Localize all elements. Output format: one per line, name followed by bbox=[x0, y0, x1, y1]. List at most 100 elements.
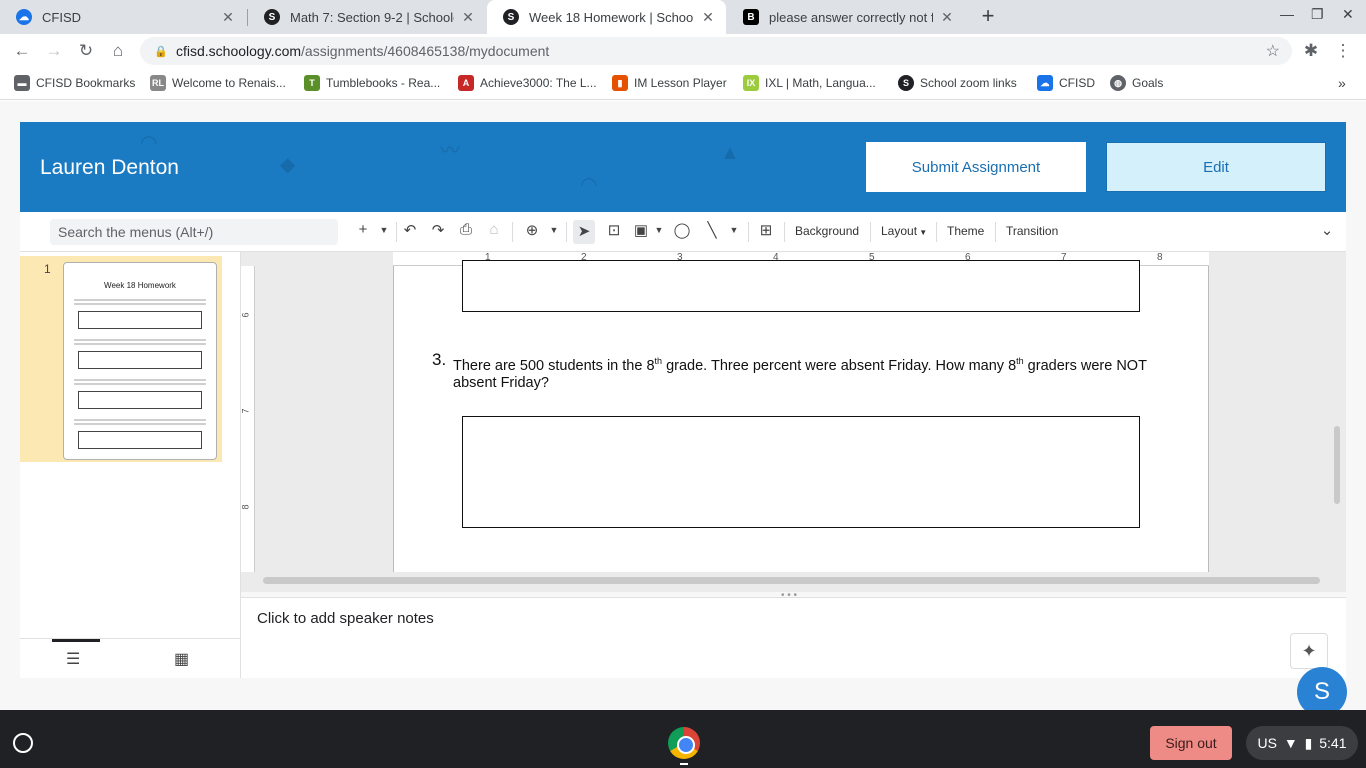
schoology-icon: S bbox=[898, 75, 914, 91]
layout-dropdown-icon: ▼ bbox=[917, 228, 928, 237]
slide-canvas[interactable]: 3. There are 500 students in the 8th gra… bbox=[393, 260, 1209, 572]
extensions-icon[interactable]: ✱ bbox=[1300, 40, 1322, 62]
minimize-icon[interactable]: — bbox=[1280, 6, 1294, 22]
restore-icon[interactable]: ❐ bbox=[1311, 6, 1324, 23]
new-slide-dropdown-icon[interactable]: ▼ bbox=[378, 225, 390, 235]
address-bar[interactable]: 🔒 cfisd.schoology.com/assignments/460846… bbox=[140, 37, 1292, 65]
menu-kebab-icon[interactable]: ⋮ bbox=[1332, 40, 1354, 62]
select-cursor-icon[interactable]: ➤ bbox=[573, 220, 595, 244]
home-icon[interactable]: ⌂ bbox=[107, 40, 129, 62]
bookmark-star-icon[interactable]: ☆ bbox=[1266, 41, 1280, 61]
thumbnail-title: Week 18 Homework bbox=[104, 281, 176, 290]
lock-icon: 🔒 bbox=[154, 45, 168, 58]
explore-sparkle-icon[interactable]: ✦ bbox=[1290, 633, 1328, 669]
layout-button[interactable]: Layout ▼ bbox=[881, 224, 927, 238]
close-icon[interactable]: ✕ bbox=[700, 9, 716, 26]
close-icon[interactable]: ✕ bbox=[220, 9, 236, 26]
bookmark-school-zoom-links[interactable]: S School zoom links bbox=[898, 75, 1017, 91]
browser-toolbar: ← → ↻ ⌂ 🔒 cfisd.schoology.com/assignment… bbox=[0, 34, 1366, 68]
submit-assignment-button[interactable]: Submit Assignment bbox=[866, 142, 1086, 192]
status-tray[interactable]: US ▼ ▮ 5:41 bbox=[1246, 726, 1358, 760]
schoology-icon: S bbox=[503, 9, 519, 25]
decor-shape: ◠ bbox=[140, 132, 158, 154]
tab-week18[interactable]: S Week 18 Homework | Schoology ✕ bbox=[487, 0, 726, 34]
new-tab-icon[interactable]: + bbox=[976, 4, 1000, 28]
theme-button[interactable]: Theme bbox=[947, 224, 984, 238]
os-shelf: Sign out US ▼ ▮ 5:41 bbox=[0, 710, 1366, 768]
decor-shape: 〰 bbox=[440, 140, 460, 162]
new-slide-icon[interactable]: + bbox=[352, 221, 374, 238]
line-dropdown-icon[interactable]: ▼ bbox=[728, 225, 740, 235]
grid-view-icon[interactable]: ▦ bbox=[174, 649, 189, 669]
bookmark-tumblebooks[interactable]: T Tumblebooks - Rea... bbox=[304, 75, 440, 91]
tab-title: CFISD bbox=[42, 9, 81, 25]
close-icon[interactable]: ✕ bbox=[939, 9, 955, 26]
student-name: Lauren Denton bbox=[40, 156, 179, 179]
answer-box-previous[interactable] bbox=[462, 260, 1140, 312]
menu-search-input[interactable]: Search the menus (Alt+/) bbox=[50, 219, 338, 245]
tab-brainly[interactable]: B please answer correctly not for p ✕ bbox=[727, 0, 965, 34]
ixl-icon: IX bbox=[743, 75, 759, 91]
question-text[interactable]: There are 500 students in the 8th grade.… bbox=[453, 353, 1193, 392]
background-button[interactable]: Background bbox=[795, 224, 859, 238]
bookmark-label: Goals bbox=[1132, 76, 1164, 90]
bookmark-renaissance[interactable]: RL Welcome to Renais... bbox=[150, 75, 286, 91]
bookmark-goals[interactable]: ◍ Goals bbox=[1110, 75, 1163, 91]
tab-strip: ☁ CFISD ✕ S Math 7: Section 9-2 | School… bbox=[0, 0, 1366, 34]
edit-button[interactable]: Edit bbox=[1106, 142, 1326, 192]
launcher-icon[interactable] bbox=[13, 733, 33, 753]
resize-handle-icon[interactable]: • • • bbox=[781, 590, 797, 601]
image-dropdown-icon[interactable]: ▼ bbox=[653, 225, 665, 235]
input-locale: US bbox=[1257, 735, 1277, 751]
vertical-scrollbar[interactable] bbox=[1334, 426, 1340, 504]
reload-icon[interactable]: ↻ bbox=[75, 40, 97, 62]
schoology-icon: S bbox=[264, 9, 280, 25]
thumbnail-text-line bbox=[74, 379, 206, 381]
add-comment-icon[interactable]: ⊞ bbox=[755, 221, 777, 239]
schoology-header: ◠ ◆ 〰 ◠ ▲ Lauren Denton Submit Assignmen… bbox=[20, 122, 1346, 212]
more-bookmarks-icon[interactable]: » bbox=[1338, 75, 1346, 91]
text-box-icon[interactable]: ⊡ bbox=[603, 221, 625, 239]
thumbnail-text-line bbox=[74, 419, 206, 421]
bookmark-achieve3000[interactable]: A Achieve3000: The L... bbox=[458, 75, 597, 91]
undo-icon[interactable]: ↶ bbox=[399, 221, 421, 239]
decor-shape: ▲ bbox=[720, 142, 740, 164]
collapse-chevron-icon[interactable]: ⌄ bbox=[1316, 221, 1338, 239]
slide-editor: 1 2 3 4 5 6 7 8 6 7 8 3. There are 500 s… bbox=[241, 252, 1346, 592]
line-icon[interactable]: ╲ bbox=[701, 221, 723, 239]
paint-format-icon[interactable]: ⌂ bbox=[483, 221, 505, 238]
zoom-dropdown-icon[interactable]: ▼ bbox=[548, 225, 560, 235]
tab-cfisd[interactable]: ☁ CFISD ✕ bbox=[0, 0, 246, 34]
forward-icon[interactable]: → bbox=[43, 40, 65, 62]
zoom-icon[interactable]: ⊕ bbox=[521, 221, 543, 239]
thumbnail-text-line bbox=[74, 299, 206, 301]
answer-box-question-3[interactable] bbox=[462, 416, 1140, 528]
speaker-notes-input[interactable]: Click to add speaker notes bbox=[257, 610, 434, 627]
back-icon[interactable]: ← bbox=[11, 40, 33, 62]
slide-thumbnail-selected[interactable]: 1 Week 18 Homework bbox=[20, 256, 222, 462]
bookmark-im-lesson-player[interactable]: ▮ IM Lesson Player bbox=[612, 75, 727, 91]
shape-icon[interactable]: ◯ bbox=[671, 221, 693, 239]
tab-math7[interactable]: S Math 7: Section 9-2 | Schoology ✕ bbox=[248, 0, 486, 34]
bookmark-label: IM Lesson Player bbox=[634, 76, 727, 90]
tab-title: Math 7: Section 9-2 | Schoology bbox=[290, 9, 454, 25]
transition-button[interactable]: Transition bbox=[1006, 224, 1058, 238]
close-icon[interactable]: ✕ bbox=[460, 9, 476, 26]
active-view-indicator bbox=[52, 639, 100, 642]
chrome-icon[interactable] bbox=[668, 727, 700, 759]
bookmark-ixl[interactable]: IX IXL | Math, Langua... bbox=[743, 75, 876, 91]
slide-thumbnail[interactable]: Week 18 Homework bbox=[63, 262, 217, 460]
horizontal-scrollbar[interactable] bbox=[263, 577, 1320, 584]
filmstrip-view-icon[interactable]: ☰ bbox=[66, 649, 80, 669]
window-close-icon[interactable]: ✕ bbox=[1342, 6, 1354, 23]
slide-number: 1 bbox=[44, 262, 51, 276]
print-icon[interactable]: ⎙ bbox=[455, 221, 477, 238]
vertical-ruler: 6 7 8 bbox=[241, 266, 255, 572]
image-icon[interactable]: ▣ bbox=[630, 221, 652, 239]
bookmark-cfisd-bookmarks[interactable]: ▬ CFISD Bookmarks bbox=[14, 75, 135, 91]
toolbar-divider bbox=[784, 222, 785, 242]
bookmark-cfisd[interactable]: ☁ CFISD bbox=[1037, 75, 1095, 91]
sign-out-button[interactable]: Sign out bbox=[1150, 726, 1232, 760]
redo-icon[interactable]: ↷ bbox=[427, 221, 449, 239]
thumbnail-answer-box bbox=[78, 311, 202, 329]
